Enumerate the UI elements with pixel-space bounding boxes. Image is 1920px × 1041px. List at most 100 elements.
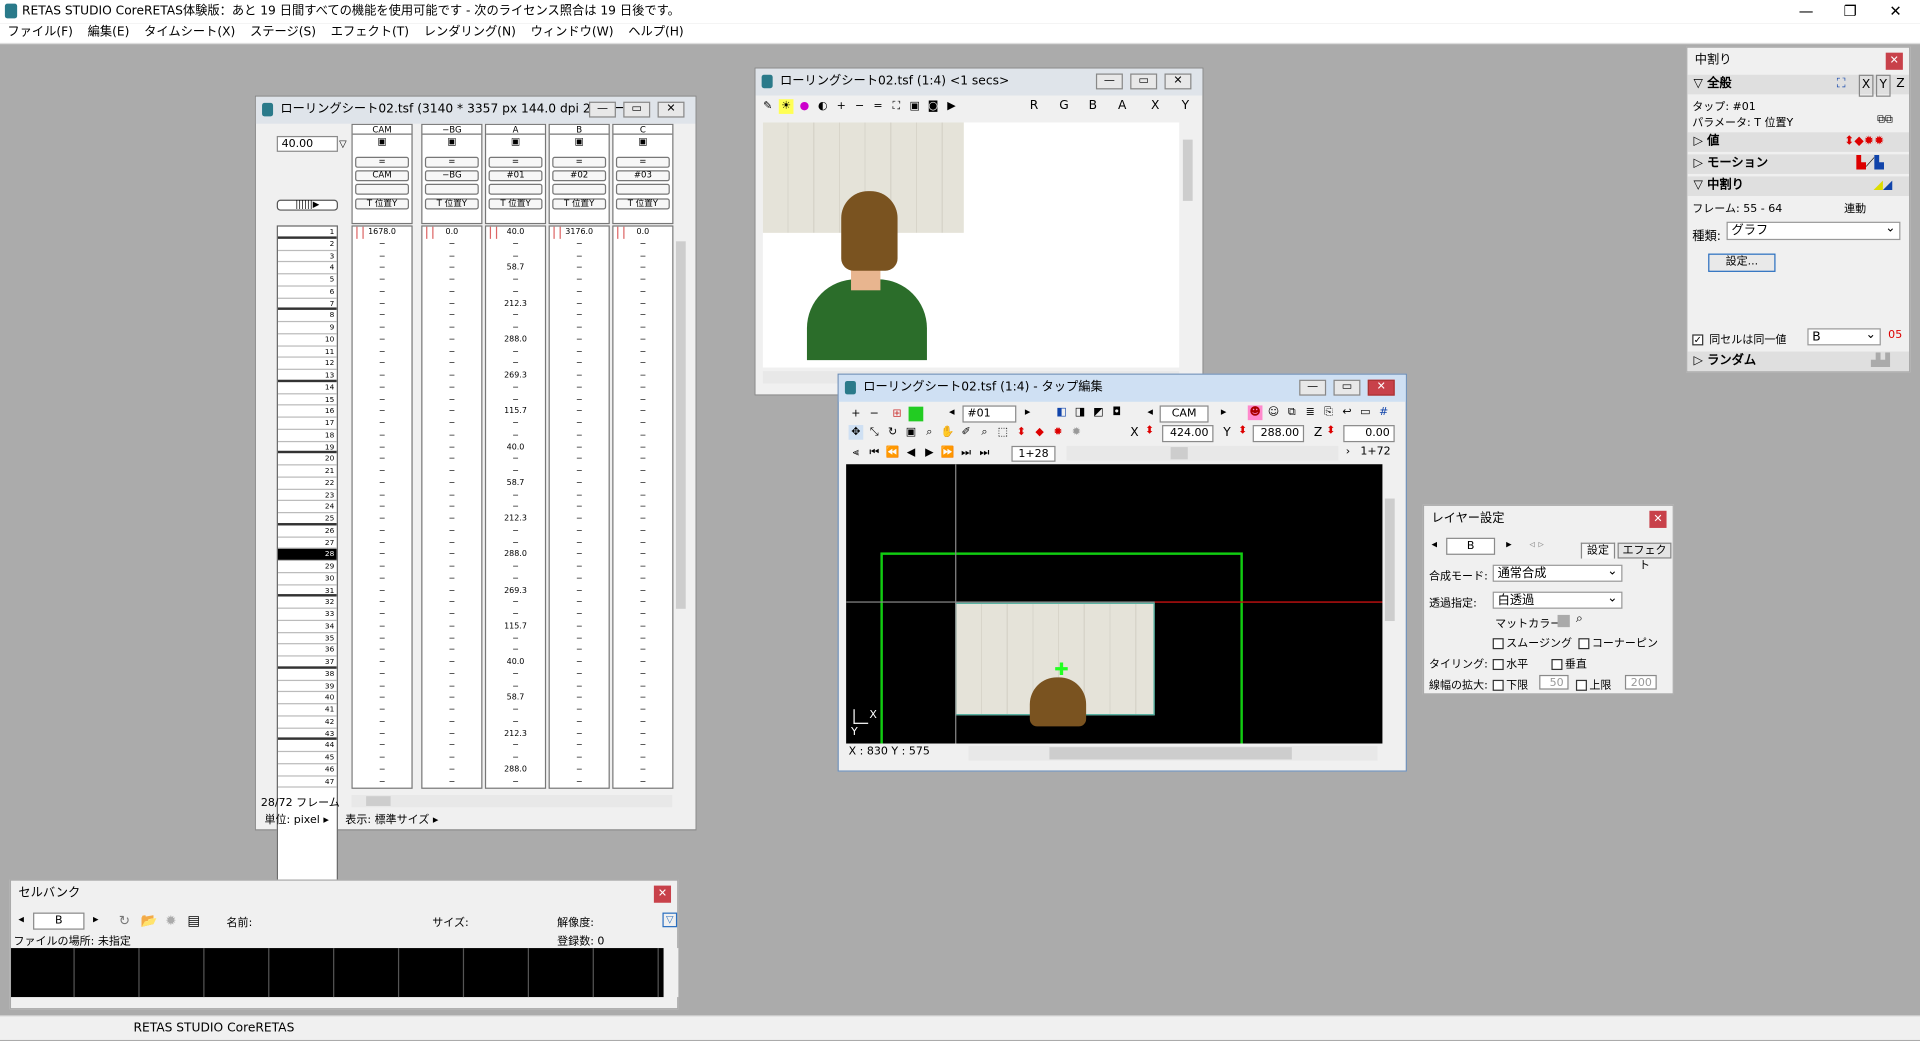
column-cells[interactable]: 3176.0− − − − − − − − − − − − − − − − − − − − − − − − − − − − − − − − − −… (548, 225, 610, 789)
frame-position-field[interactable]: 1+28 (1011, 445, 1056, 462)
sheet-cell[interactable]: − (422, 609, 481, 621)
camera-icon[interactable]: ◙ (926, 99, 941, 114)
frame-number[interactable]: 32 (277, 597, 337, 609)
frame-number[interactable]: 21 (277, 465, 337, 478)
sheet-cell[interactable]: − (550, 501, 609, 513)
axis-icon[interactable]: ⛶ (1837, 75, 1846, 95)
x-stepper-icon[interactable]: ⬍ (1145, 425, 1158, 441)
sheet-cell[interactable]: − (613, 334, 672, 346)
sheet-cell[interactable]: − (353, 382, 412, 394)
sheet-cell[interactable]: − (613, 716, 672, 728)
sheet-cell[interactable]: − (613, 358, 672, 370)
sheet-cell[interactable]: 115.7 (486, 621, 545, 633)
settings-button[interactable]: 設定... (1708, 253, 1776, 272)
sheet-cell[interactable]: − (422, 740, 481, 752)
sheet-cell[interactable]: − (613, 585, 672, 597)
frame-number[interactable]: 39 (277, 680, 337, 693)
channel-y[interactable]: Y (1182, 99, 1189, 112)
preview-vscroll[interactable] (1180, 122, 1196, 368)
sheet-cell[interactable]: − (353, 716, 412, 728)
sheet-cell[interactable]: − (613, 668, 672, 680)
hand-icon[interactable]: ✋ (940, 425, 955, 440)
sheet-cell[interactable]: − (486, 310, 545, 322)
menu-help[interactable]: ヘルプ(H) (621, 23, 691, 43)
sheet-cell[interactable]: − (486, 776, 545, 788)
vertical-checkbox[interactable] (1551, 658, 1563, 671)
frame-number[interactable]: 46 (277, 764, 337, 776)
cell-name-field[interactable]: #03 (615, 170, 670, 182)
unit-menu[interactable]: 単位: pixel ▸ (264, 811, 328, 827)
zoom-out-icon[interactable]: − (852, 99, 867, 114)
sheet-cell[interactable]: − (422, 585, 481, 597)
sheet-cell[interactable]: − (353, 239, 412, 251)
cell-slot[interactable] (400, 948, 465, 998)
sheet-cell[interactable]: − (422, 489, 481, 501)
sheet-cell[interactable]: − (613, 322, 672, 334)
sheet-cell[interactable]: − (550, 513, 609, 525)
sheet-cell[interactable]: − (353, 501, 412, 513)
sheet-cell[interactable]: − (353, 776, 412, 788)
sheet-cell[interactable]: − (422, 262, 481, 274)
frame-number[interactable]: 43 (277, 728, 337, 741)
equal-button[interactable]: = (552, 156, 607, 168)
frame-number[interactable]: 33 (277, 609, 337, 621)
layer-visibility-icon[interactable]: ▣ (613, 136, 672, 147)
y-field[interactable]: 288.00 (1252, 425, 1305, 443)
frame-number[interactable]: 1 (277, 227, 337, 239)
sheet-cell[interactable]: − (613, 477, 672, 489)
sheet-cell[interactable]: − (550, 394, 609, 406)
close-button[interactable]: ✕ (1885, 52, 1903, 70)
sheet-cell[interactable]: − (613, 239, 672, 251)
sheet-cell[interactable]: − (486, 609, 545, 621)
sheet-cell[interactable]: − (353, 418, 412, 430)
axis-z-button[interactable]: Z (1893, 75, 1908, 95)
frame-slider[interactable] (1066, 445, 1339, 461)
upper-checkbox[interactable] (1575, 679, 1587, 691)
sheet-cell[interactable]: − (353, 525, 412, 537)
sheet-cell[interactable]: − (422, 645, 481, 657)
section-all[interactable]: ▽ 全般 ⛶ X Y Z (1687, 74, 1909, 97)
frame-slider-thumb[interactable] (1170, 447, 1188, 460)
sheet-cell[interactable]: 212.3 (486, 298, 545, 310)
sheet-cell[interactable]: − (550, 250, 609, 262)
sheet-cell[interactable]: − (550, 597, 609, 609)
sheet-cell[interactable]: − (550, 740, 609, 752)
kind-select[interactable]: グラフ (1726, 220, 1901, 241)
cell-slot[interactable] (76, 948, 140, 998)
sheet-cell[interactable]: − (613, 621, 672, 633)
sheet-cell[interactable]: 269.3 (486, 370, 545, 382)
sheet-cell[interactable]: − (422, 561, 481, 573)
marquee-icon[interactable]: ⬚ (996, 425, 1011, 440)
keyframe-icon[interactable]: ◆ (1032, 425, 1047, 440)
sheet-cell[interactable]: − (422, 394, 481, 406)
sheet-cell[interactable]: − (353, 465, 412, 477)
copy-icon[interactable]: ⧉⧉ (1877, 114, 1893, 126)
sheet-cell[interactable]: − (486, 286, 545, 298)
minimize-button[interactable]: — (1299, 379, 1327, 396)
hook-icon[interactable]: ↩ (1340, 405, 1355, 420)
sheet-cell[interactable]: − (486, 645, 545, 657)
next-cell-icon[interactable]: ▸ (93, 914, 99, 926)
cell-slot[interactable] (336, 948, 400, 998)
sheet-cell[interactable]: − (353, 322, 412, 334)
sheet-cell[interactable]: − (422, 728, 481, 740)
first-frame-icon[interactable]: ⏮ (867, 446, 882, 461)
column-header[interactable]: CAM ▣ = CAM T 位置Y (351, 123, 413, 225)
sheet-cell[interactable]: − (613, 704, 672, 716)
prev-cell-icon[interactable]: ◂ (18, 914, 24, 926)
sheet-cell[interactable]: − (550, 537, 609, 549)
hscroll-thumb[interactable] (1049, 747, 1292, 760)
keyframe-burst-icon[interactable]: ✹ (1051, 425, 1066, 440)
sheet-cell[interactable]: − (486, 633, 545, 645)
sheet-cell[interactable]: − (486, 250, 545, 262)
blank-field[interactable] (552, 183, 607, 195)
sheet-cell[interactable]: − (353, 262, 412, 274)
menu-window[interactable]: ウィンドウ(W) (523, 23, 621, 43)
layer-icon[interactable]: ◧ (1054, 405, 1069, 420)
section-random[interactable]: ▷ ランダム ▟▟ (1687, 351, 1909, 372)
maximize-button[interactable]: ▭ (1130, 73, 1158, 90)
timesheet-hscroll[interactable] (351, 794, 673, 808)
maximize-button[interactable]: ▭ (623, 101, 651, 118)
frame-number[interactable]: 11 (277, 346, 337, 358)
frame-number[interactable]: 40 (277, 692, 337, 705)
